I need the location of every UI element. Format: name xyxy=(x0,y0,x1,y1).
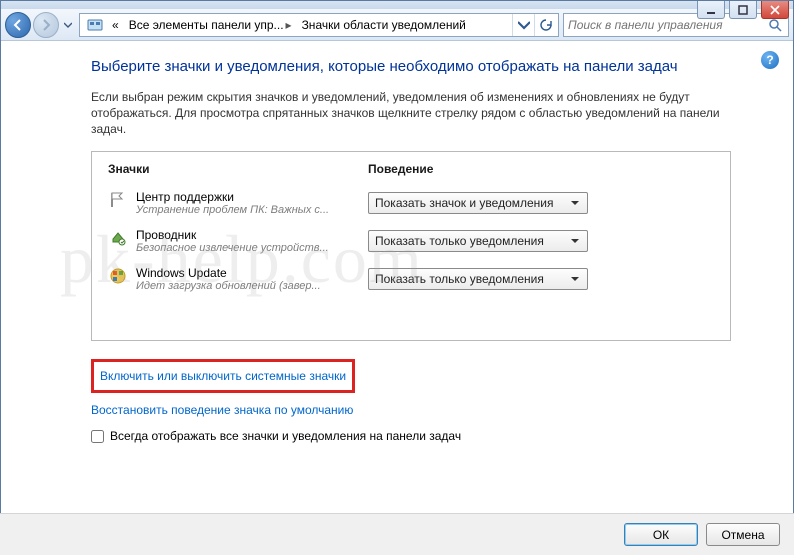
cancel-button[interactable]: Отмена xyxy=(706,523,780,546)
back-button[interactable] xyxy=(5,12,31,38)
item-title: Проводник xyxy=(136,228,329,242)
behavior-value: Показать значок и уведомления xyxy=(375,196,554,210)
chevron-down-icon xyxy=(567,272,583,286)
breadcrumb-seg-1[interactable]: Все элементы панели упр... ▸ xyxy=(125,14,298,36)
links-block: Включить или выключить системные значки … xyxy=(91,359,767,421)
address-bar[interactable]: « Все элементы панели упр... ▸ Значки об… xyxy=(79,13,559,37)
content-area: ? Выберите значки и уведомления, которые… xyxy=(1,41,793,512)
caption-buttons xyxy=(697,1,789,19)
close-button[interactable] xyxy=(761,1,789,19)
search-input[interactable] xyxy=(568,18,766,32)
chevron-down-icon xyxy=(567,234,583,248)
toggle-system-icons-link[interactable]: Включить или выключить системные значки xyxy=(100,365,346,387)
control-panel-icon xyxy=(86,16,104,34)
always-show-checkbox-row: Всегда отображать все значки и уведомлен… xyxy=(91,429,767,443)
column-headers: Значки Поведение xyxy=(108,162,714,184)
item-subtitle: Безопасное извлечение устройств... xyxy=(136,242,329,254)
behavior-dropdown[interactable]: Показать только уведомления xyxy=(368,230,588,252)
behavior-dropdown[interactable]: Показать только уведомления xyxy=(368,268,588,290)
windows-update-icon xyxy=(108,266,128,286)
titlebar xyxy=(1,1,793,9)
breadcrumb-seg-2-label: Значки области уведомлений xyxy=(302,18,466,32)
list-item: Windows Update Идет загрузка обновлений … xyxy=(108,260,714,298)
item-title: Windows Update xyxy=(136,266,321,280)
page-description: Если выбран режим скрытия значков и увед… xyxy=(91,89,731,138)
always-show-checkbox[interactable] xyxy=(91,430,104,443)
item-title: Центр поддержки xyxy=(136,190,329,204)
nav-history-dropdown[interactable] xyxy=(61,15,75,35)
list-item: Центр поддержки Устранение проблем ПК: В… xyxy=(108,184,714,222)
notification-icons-panel: Значки Поведение Центр поддержки Устране… xyxy=(91,151,731,341)
ok-button[interactable]: ОК xyxy=(624,523,698,546)
flag-icon xyxy=(108,190,128,210)
column-icons-header: Значки xyxy=(108,162,368,176)
item-subtitle: Устранение проблем ПК: Важных с... xyxy=(136,204,329,216)
button-bar: ОК Отмена xyxy=(0,513,794,555)
refresh-button[interactable] xyxy=(534,14,556,36)
minimize-button[interactable] xyxy=(697,1,725,19)
restore-defaults-link[interactable]: Восстановить поведение значка по умолчан… xyxy=(91,399,353,421)
help-icon[interactable]: ? xyxy=(761,51,779,69)
navigation-bar: « Все элементы панели упр... ▸ Значки об… xyxy=(1,9,793,41)
list-item: Проводник Безопасное извлечение устройст… xyxy=(108,222,714,260)
highlight-box: Включить или выключить системные значки xyxy=(91,359,355,393)
chevron-right-icon: ▸ xyxy=(286,18,292,32)
page-heading: Выберите значки и уведомления, которые н… xyxy=(91,57,711,77)
control-panel-window: « Все элементы панели упр... ▸ Значки об… xyxy=(0,0,794,555)
behavior-value: Показать только уведомления xyxy=(375,234,544,248)
forward-button[interactable] xyxy=(33,12,59,38)
eject-icon xyxy=(108,228,128,248)
always-show-label[interactable]: Всегда отображать все значки и уведомлен… xyxy=(110,429,461,443)
breadcrumb-prev-arrow[interactable]: « xyxy=(108,14,125,36)
breadcrumb-seg-1-label: Все элементы панели упр... xyxy=(129,18,284,32)
breadcrumb-seg-2[interactable]: Значки области уведомлений xyxy=(298,14,472,36)
chevron-down-icon xyxy=(567,196,583,210)
behavior-value: Показать только уведомления xyxy=(375,272,544,286)
maximize-button[interactable] xyxy=(729,1,757,19)
item-subtitle: Идет загрузка обновлений (завер... xyxy=(136,280,321,292)
address-dropdown[interactable] xyxy=(512,14,534,36)
column-behavior-header: Поведение xyxy=(368,162,714,176)
behavior-dropdown[interactable]: Показать значок и уведомления xyxy=(368,192,588,214)
